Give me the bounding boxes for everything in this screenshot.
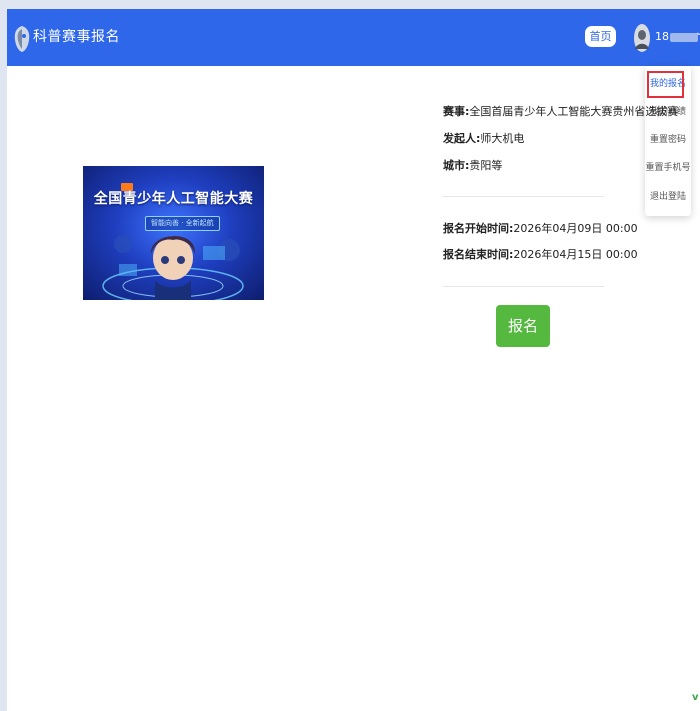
username-prefix: 18 [655,30,669,43]
corner-mark: v [692,692,699,703]
site-title[interactable]: 科普赛事报名 [33,27,120,47]
highlight-box [647,71,684,98]
event-name-row: 赛事:全国首届青少年人工智能大赛贵州省选拔赛 [443,104,678,120]
end-time-label: 报名结束时间: [443,248,514,261]
robot-logo-icon [14,26,30,52]
end-time-row: 报名结束时间:2026年04月15日 00:00 [443,247,638,263]
username-masked [670,32,698,42]
user-dropdown-menu: 我的报名 我的成绩 重置密码 重置手机号 退出登陆 [645,66,691,216]
start-time-value: 2026年04月09日 00:00 [513,222,638,235]
divider-top [443,196,604,197]
menu-item-reset-password[interactable]: 重置密码 [645,132,691,148]
user-avatar-icon[interactable] [633,23,651,53]
banner-subtitle: 智能向善 · 全新起航 [145,216,220,231]
event-banner-image: 全国青少年人工智能大赛 智能向善 · 全新起航 [83,166,264,300]
organizer-row: 发起人:师大机电 [443,131,524,147]
banner-title: 全国青少年人工智能大赛 [93,191,254,207]
username[interactable]: 181 [655,30,700,44]
home-button[interactable]: 首页 [585,26,616,47]
page-frame: 科普赛事报名 首页 181 ⌄ 我的报名 我的成绩 重置密码 重置手机号 退出登… [7,9,700,711]
event-name-label: 赛事: [443,105,470,118]
signup-button[interactable]: 报名 [496,305,550,347]
city-label: 城市: [443,159,470,172]
banner-art [102,235,244,300]
menu-item-reset-phone[interactable]: 重置手机号 [645,160,691,176]
divider-bottom [443,286,604,287]
city-value: 贵阳等 [469,159,503,172]
menu-item-logout[interactable]: 退出登陆 [645,189,691,205]
start-time-row: 报名开始时间:2026年04月09日 00:00 [443,221,638,237]
chevron-down-icon[interactable]: ⌄ [695,27,700,38]
start-time-label: 报名开始时间: [443,222,514,235]
city-row: 城市:贵阳等 [443,158,502,174]
end-time-value: 2026年04月15日 00:00 [513,248,638,261]
top-header: 科普赛事报名 首页 181 ⌄ [7,9,700,66]
event-name-value: 全国首届青少年人工智能大赛贵州省选拔赛 [469,105,679,118]
organizer-label: 发起人: [443,132,481,145]
organizer-value: 师大机电 [480,132,525,145]
